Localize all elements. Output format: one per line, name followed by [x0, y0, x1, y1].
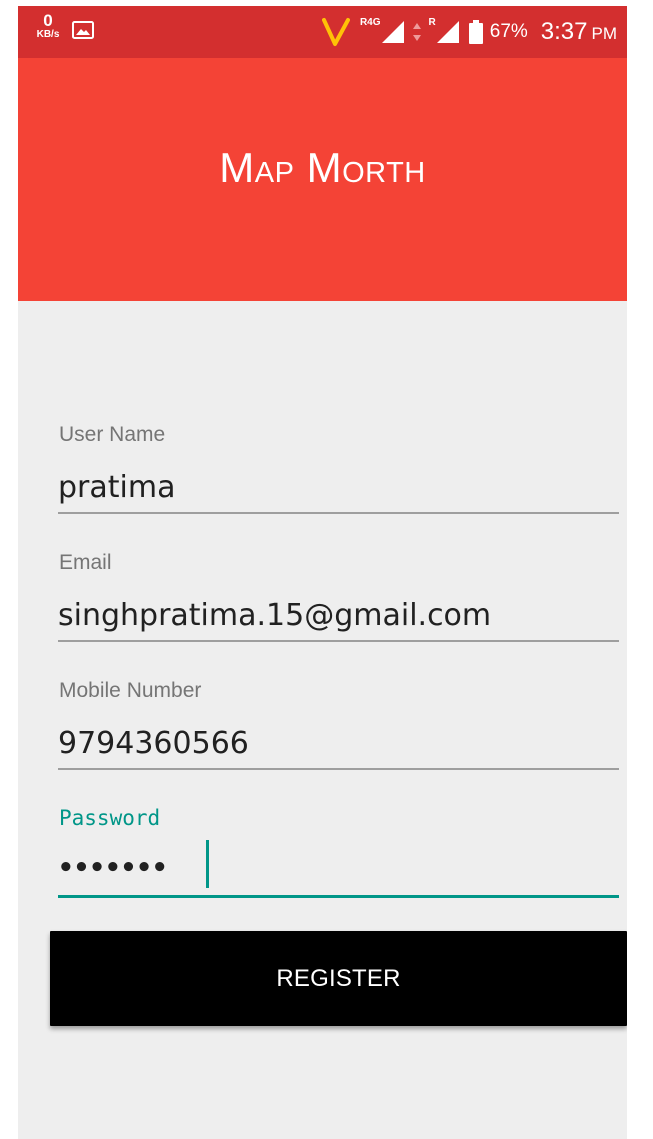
data-arrows-icon: [412, 23, 421, 41]
signal-roaming-icon: [436, 21, 459, 43]
app-bar: Map Morth: [18, 58, 627, 301]
signal-4g-icon: [381, 21, 404, 43]
clock: 3:37 PM: [541, 18, 617, 46]
battery-percent: 67%: [489, 21, 528, 42]
mobile-number-input[interactable]: [58, 718, 619, 770]
status-bar: 0 KB/s R4G R 67% 3:37 PM: [18, 6, 627, 58]
battery-icon: [468, 20, 483, 44]
password-input[interactable]: [58, 846, 619, 898]
status-right-group: R4G R 67% 3:37 PM: [321, 6, 617, 58]
network-type-label: R4G: [359, 17, 381, 28]
mobile-number-field: Mobile Number: [58, 672, 619, 800]
register-button[interactable]: REGISTER: [50, 931, 627, 1026]
mobile-number-label: Mobile Number: [59, 679, 202, 702]
clock-ampm: PM: [591, 24, 618, 43]
text-cursor: [206, 840, 209, 888]
clock-time: 3:37: [540, 18, 588, 45]
registration-form: User Name Email Mobile Number Password: [58, 416, 619, 928]
email-input[interactable]: [58, 590, 619, 642]
email-label: Email: [59, 551, 112, 574]
network-speed-unit: KB/s: [36, 29, 60, 40]
password-field: Password: [58, 800, 619, 928]
image-icon: [72, 21, 94, 39]
app-screen: 0 KB/s R4G R 67% 3:37 PM Map Morth User …: [18, 6, 627, 1139]
username-input[interactable]: [58, 462, 619, 514]
network-speed-value: 0: [43, 11, 53, 30]
v-logo-icon: [321, 18, 350, 46]
password-label: Password: [59, 806, 161, 830]
roaming-label: R: [428, 17, 436, 28]
username-field: User Name: [58, 416, 619, 544]
app-title: Map Morth: [219, 144, 426, 191]
username-label: User Name: [59, 423, 166, 446]
email-field: Email: [58, 544, 619, 672]
network-speed: 0 KB/s: [36, 12, 60, 40]
